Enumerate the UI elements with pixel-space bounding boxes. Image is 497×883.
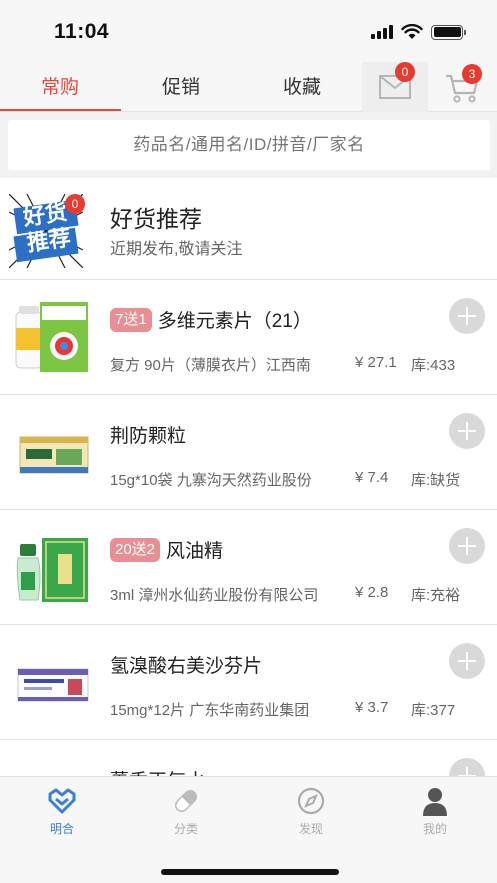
active-tab-indicator xyxy=(0,109,121,111)
person-icon xyxy=(423,788,447,816)
product-stock: 库:缺货 xyxy=(411,472,461,489)
add-to-cart-button[interactable] xyxy=(449,528,485,564)
recommend-banner[interactable]: 好货 推荐 0 好货推荐 近期发布,敬请关注 xyxy=(0,178,497,280)
tab-frequent[interactable]: 常购 xyxy=(41,72,79,99)
product-image-fengyoujing xyxy=(16,538,88,602)
product-stock: 库:377 xyxy=(411,702,456,719)
nav-home[interactable]: 明合 xyxy=(32,785,92,837)
product-price: ¥ 27.1 xyxy=(355,354,397,371)
status-icons xyxy=(371,24,466,40)
home-indicator xyxy=(161,869,339,875)
recommend-subtitle: 近期发布,敬请关注 xyxy=(110,241,243,258)
battery-icon xyxy=(431,24,466,40)
search-bar xyxy=(0,112,497,178)
add-to-cart-button[interactable] xyxy=(449,298,485,334)
product-image-jingfang xyxy=(19,436,89,474)
search-input[interactable] xyxy=(8,120,490,170)
product-spec: 3ml 漳州水仙药业股份有限公司 xyxy=(110,587,319,604)
product-price: ¥ 7.4 xyxy=(355,469,389,486)
compass-icon xyxy=(297,787,325,815)
product-stock: 库:433 xyxy=(411,357,456,374)
product-spec: 15g*10袋 九寨沟天然药业股份 xyxy=(110,472,312,489)
add-to-cart-button[interactable] xyxy=(449,643,485,679)
nav-category[interactable]: 分类 xyxy=(156,785,216,837)
product-item[interactable]: 7送1 多维元素片（21） 复方 90片（薄膜衣片）江西南 ¥ 27.1 库:4… xyxy=(0,280,497,395)
nav-profile[interactable]: 我的 xyxy=(405,785,465,837)
product-price: ¥ 2.8 xyxy=(355,584,389,601)
product-name: 风油精 xyxy=(166,541,224,562)
messages-button[interactable]: 0 xyxy=(362,62,428,112)
signal-icon xyxy=(371,25,393,39)
nav-discover-label: 发现 xyxy=(298,822,323,836)
recommend-badge: 0 xyxy=(65,194,85,214)
status-bar: 11:04 xyxy=(0,0,497,62)
product-item[interactable]: 藿香正气水 xyxy=(0,740,497,776)
capsule-icon xyxy=(175,790,197,812)
top-tab-bar: 常购 促销 收藏 0 3 xyxy=(0,62,497,112)
tab-promotion[interactable]: 促销 xyxy=(162,72,200,99)
recommend-title: 好货推荐 xyxy=(110,206,202,232)
product-image-multivitamin xyxy=(15,302,88,372)
product-stock: 库:充裕 xyxy=(411,587,461,604)
product-item[interactable]: 荆防颗粒 15g*10袋 九寨沟天然药业股份 ¥ 7.4 库:缺货 xyxy=(0,395,497,510)
product-price: ¥ 3.7 xyxy=(355,699,389,716)
product-list: 好货 推荐 0 好货推荐 近期发布,敬请关注 7送1 多维元素片（21） 复方 … xyxy=(0,178,497,776)
nav-category-label: 分类 xyxy=(173,822,198,836)
product-item[interactable]: 氢溴酸右美沙芬片 15mg*12片 广东华南药业集团 ¥ 3.7 库:377 xyxy=(0,625,497,740)
product-name: 藿香正气水 xyxy=(110,766,205,776)
add-to-cart-button[interactable] xyxy=(449,758,485,776)
cart-badge: 3 xyxy=(462,64,482,84)
promo-tag: 7送1 xyxy=(110,307,152,332)
product-name: 多维元素片（21） xyxy=(157,311,312,332)
add-to-cart-button[interactable] xyxy=(449,413,485,449)
nav-discover[interactable]: 发现 xyxy=(281,785,341,837)
bottom-nav: 明合 分类 发现 我的 xyxy=(0,776,497,883)
nav-profile-label: 我的 xyxy=(422,822,447,836)
tab-favorites[interactable]: 收藏 xyxy=(283,72,321,99)
product-image-dextromethorphan xyxy=(17,668,89,702)
cart-button[interactable]: 3 xyxy=(436,64,488,110)
product-name: 氢溴酸右美沙芬片 xyxy=(110,656,263,677)
promo-tag: 20送2 xyxy=(110,537,161,562)
product-item[interactable]: 20送2 风油精 3ml 漳州水仙药业股份有限公司 ¥ 2.8 库:充裕 xyxy=(0,510,497,625)
product-spec: 复方 90片（薄膜衣片）江西南 xyxy=(110,357,311,374)
wifi-icon xyxy=(401,24,423,39)
heart-logo-icon xyxy=(48,788,76,814)
status-time: 11:04 xyxy=(54,20,110,43)
product-spec: 15mg*12片 广东华南药业集团 xyxy=(110,702,310,719)
app-screen: 11:04 常购 促销 收藏 0 3 药品名/通用名/ID/拼音/厂家名 好货 … xyxy=(0,0,497,883)
nav-home-label: 明合 xyxy=(49,822,74,836)
product-name: 荆防颗粒 xyxy=(110,426,187,447)
messages-badge: 0 xyxy=(395,62,415,82)
